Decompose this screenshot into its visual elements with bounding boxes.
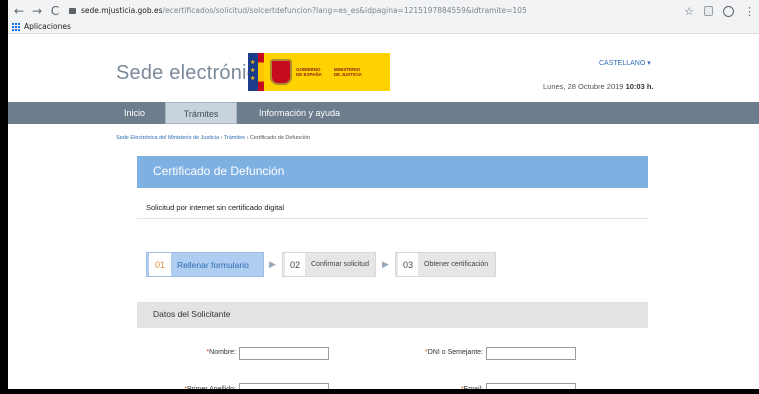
address-bar[interactable]: sede.mjusticia.gob.es/ecertificados/soli… xyxy=(69,3,679,19)
time-label: 10:03 h. xyxy=(625,82,654,91)
step-number: 02 xyxy=(285,253,305,276)
nombre-label: *Nombre: xyxy=(158,349,236,356)
section-datos-solicitante: Datos del Solicitante xyxy=(137,302,648,328)
logo-gov-line2: DE ESPAÑA xyxy=(296,72,322,77)
browser-actions: ☆ ⋮ xyxy=(684,2,755,20)
breadcrumb-home[interactable]: Sede Electrónica del Ministerio de Justi… xyxy=(116,135,219,141)
divider xyxy=(137,218,648,219)
back-icon[interactable]: ← xyxy=(12,4,26,18)
forward-icon[interactable]: → xyxy=(30,4,44,18)
apps-grid-icon[interactable] xyxy=(12,22,20,31)
page-title-banner: Certificado de Defunción xyxy=(137,156,648,188)
eu-flag-icon: ★ ★ ★ xyxy=(248,53,264,91)
breadcrumb-sep: › xyxy=(220,135,223,141)
logo-min-line2: DE JUSTICIA xyxy=(333,72,362,77)
step-rellenar-formulario: 01 Rellenar formulario xyxy=(146,252,264,277)
step-label: Confirmar solicitud xyxy=(311,261,369,268)
coat-of-arms-icon xyxy=(270,59,292,85)
step-confirmar-solicitud: 02 Confirmar solicitud xyxy=(282,252,376,277)
logo-gov-text: GOBIERNO DE ESPAÑA xyxy=(296,67,322,77)
extension-icon[interactable] xyxy=(704,6,713,16)
section-title: Datos del Solicitante xyxy=(153,309,231,319)
url-host: sede.mjusticia.gob.es xyxy=(81,6,163,15)
language-select[interactable]: CASTELLANO ▾ xyxy=(599,59,651,67)
lock-icon xyxy=(69,8,76,14)
dni-label-text: DNI o Semejante: xyxy=(427,349,483,356)
extension-chrome-icon[interactable] xyxy=(723,5,734,17)
main-nav: Inicio Trámites Información y ayuda xyxy=(8,102,759,124)
nav-item-inicio[interactable]: Inicio xyxy=(124,102,145,124)
browser-toolbar: ← → C sede.mjusticia.gob.es/ecertificado… xyxy=(8,0,759,34)
breadcrumb-current: Certificado de Defunción xyxy=(249,135,311,141)
page-subtitle: Solicitud por internet sin certificado d… xyxy=(146,203,284,212)
breadcrumb-sep: › xyxy=(246,135,249,141)
bookmark-star-icon[interactable]: ☆ xyxy=(684,5,694,18)
step-number: 03 xyxy=(398,253,418,276)
bookmark-apps[interactable]: Aplicaciones xyxy=(24,22,71,31)
breadcrumb: Sede Electrónica del Ministerio de Justi… xyxy=(116,135,310,141)
step-label: Rellenar formulario xyxy=(177,259,249,270)
bookmarks-bar: Aplicaciones xyxy=(12,20,71,33)
current-date: Lunes, 28 Octubre 2019 10:03 h. xyxy=(543,82,654,91)
gobierno-ministerio-logo[interactable]: ★ ★ ★ GOBIERNO DE ESPAÑA MINISTERIO DE JUS… xyxy=(248,53,390,91)
step-arrow-icon: ▶ xyxy=(269,259,276,269)
step-obtener-certificacion: 03 Obtener certificación xyxy=(395,252,496,277)
site-title[interactable]: Sede electrónica xyxy=(116,62,268,85)
nombre-label-text: Nombre: xyxy=(209,349,236,356)
page-title: Certificado de Defunción xyxy=(153,164,285,178)
browser-window: ← → C sede.mjusticia.gob.es/ecertificado… xyxy=(8,0,759,394)
step-number: 01 xyxy=(149,253,171,276)
logo-panel: GOBIERNO DE ESPAÑA MINISTERIO DE JUSTICI… xyxy=(264,53,390,91)
screen-border xyxy=(0,389,759,394)
url-path: /ecertificados/solicitud/solcertdefuncio… xyxy=(162,6,527,15)
nombre-input[interactable] xyxy=(239,347,329,360)
breadcrumb-tramites[interactable]: Trámites xyxy=(224,135,245,141)
dni-input[interactable] xyxy=(486,347,576,360)
nav-item-informacion[interactable]: Información y ayuda xyxy=(259,102,340,124)
step-label: Obtener certificación xyxy=(424,261,489,268)
nav-item-tramites[interactable]: Trámites xyxy=(165,102,237,124)
reload-icon[interactable]: C xyxy=(48,4,62,18)
dni-label: *DNI o Semejante: xyxy=(393,349,483,356)
date-label: Lunes, 28 Octubre 2019 xyxy=(543,82,624,91)
logo-min-text: MINISTERIO DE JUSTICIA xyxy=(334,67,362,77)
browser-menu-icon[interactable]: ⋮ xyxy=(744,5,755,18)
step-arrow-icon: ▶ xyxy=(382,259,389,269)
